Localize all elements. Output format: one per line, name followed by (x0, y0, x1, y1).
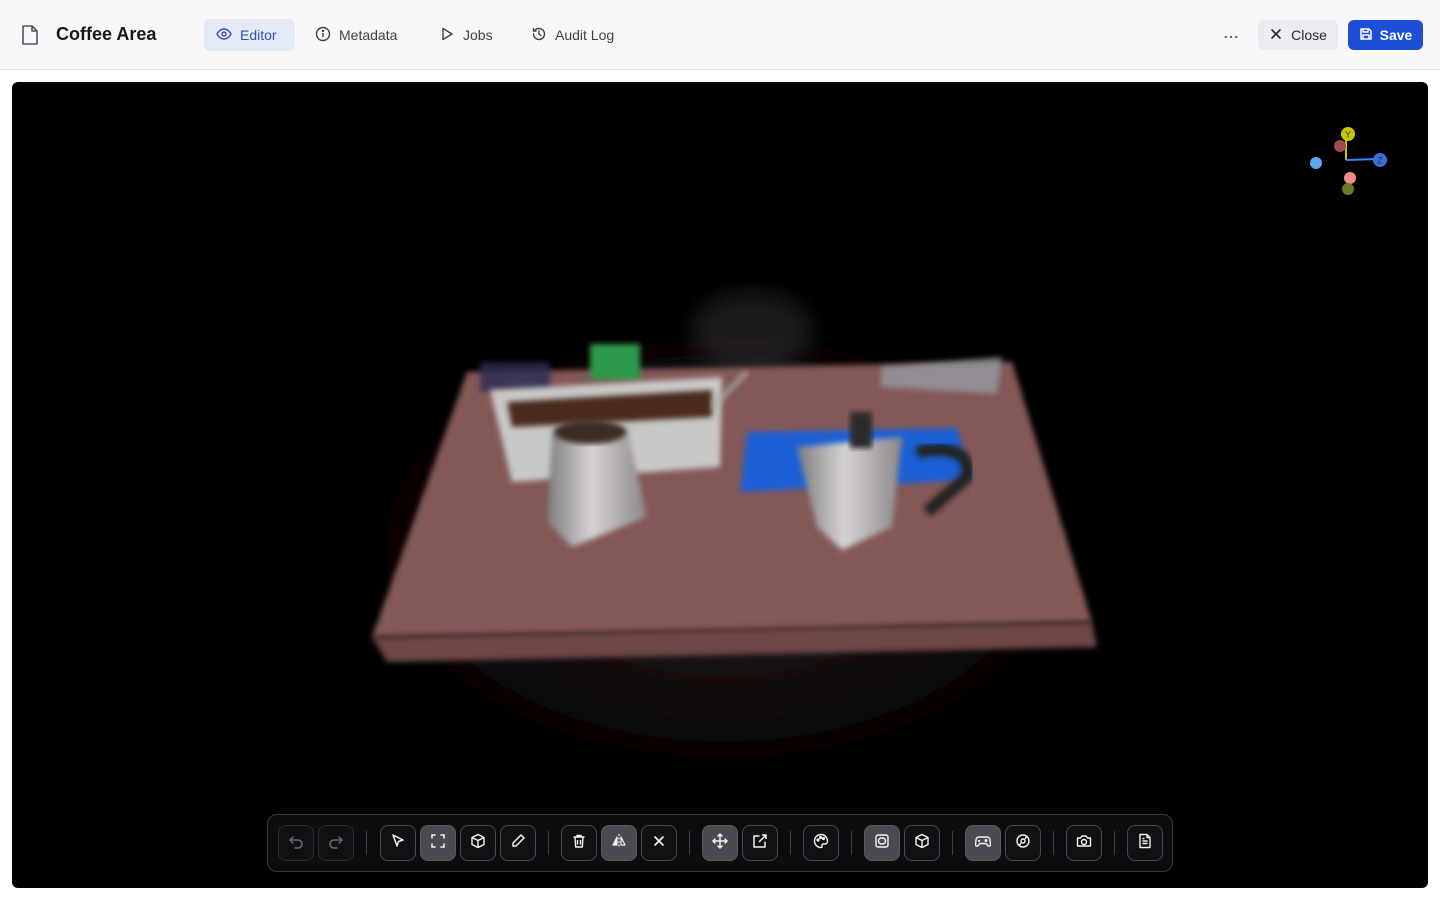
close-button[interactable]: Close (1258, 20, 1338, 50)
flip-button[interactable] (601, 825, 637, 861)
document-icon (20, 24, 40, 46)
document-button[interactable] (1127, 825, 1163, 861)
close-button-label: Close (1291, 27, 1327, 43)
select-arrow-icon (390, 833, 406, 854)
document-icon (1137, 833, 1153, 854)
tab-editor[interactable]: Editor (204, 19, 295, 51)
delete-icon (571, 833, 587, 854)
x-positive-handle[interactable] (1344, 172, 1356, 184)
screenshot-button[interactable] (1066, 825, 1102, 861)
editor-toolbar (267, 814, 1173, 872)
delete-button[interactable] (561, 825, 597, 861)
close-icon (651, 833, 667, 854)
toolbar-separator (689, 831, 690, 855)
box-select-button[interactable] (420, 825, 456, 861)
gamepad-icon (974, 833, 992, 854)
3d-viewport[interactable]: Y Z (12, 82, 1428, 888)
frame-view-button[interactable] (864, 825, 900, 861)
tab-metadata-label: Metadata (339, 27, 398, 43)
tab-jobs[interactable]: Jobs (427, 19, 505, 51)
cube-select-icon (470, 833, 486, 854)
tab-jobs-label: Jobs (463, 27, 493, 43)
brush-icon (510, 833, 526, 854)
redo-button[interactable] (318, 825, 354, 861)
move-button[interactable] (702, 825, 738, 861)
save-icon (1359, 27, 1373, 44)
palette-icon (813, 833, 829, 854)
ellipsis-icon (1224, 26, 1238, 44)
palette-button[interactable] (803, 825, 839, 861)
flip-icon (611, 833, 627, 854)
export-icon (752, 833, 768, 854)
y-axis-label: Y (1345, 130, 1351, 140)
save-button[interactable]: Save (1348, 20, 1423, 50)
tab-audit-log-label: Audit Log (555, 27, 615, 43)
cube-icon (914, 833, 930, 854)
orbit-icon (1015, 833, 1031, 854)
toolbar-separator (851, 831, 852, 855)
toolbar-separator (366, 831, 367, 855)
toolbar-separator (790, 831, 791, 855)
save-button-label: Save (1379, 27, 1413, 43)
toolbar-separator (952, 831, 953, 855)
axis-gizmo[interactable]: Y Z (1302, 122, 1392, 202)
cube-view-button[interactable] (904, 825, 940, 861)
page-title: Coffee Area (56, 24, 157, 44)
undo-icon (288, 833, 304, 854)
select-tool-button[interactable] (380, 825, 416, 861)
z-negative-handle[interactable] (1310, 157, 1322, 169)
z-axis-label: Z (1377, 156, 1383, 166)
redo-icon (328, 833, 344, 854)
scene-render (304, 262, 1144, 782)
close-icon (1269, 27, 1283, 44)
tab-audit-log[interactable]: Audit Log (519, 19, 626, 51)
box-select-icon (430, 833, 446, 854)
camera-icon (1076, 833, 1092, 854)
tab-editor-label: Editor (240, 27, 277, 43)
toolbar-separator (1053, 831, 1054, 855)
toolbar-separator (548, 831, 549, 855)
history-icon (531, 26, 547, 45)
info-icon (315, 26, 331, 45)
undo-button[interactable] (278, 825, 314, 861)
orbit-mode-button[interactable] (1005, 825, 1041, 861)
clear-selection-button[interactable] (641, 825, 677, 861)
brush-button[interactable] (500, 825, 536, 861)
frame-icon (874, 833, 890, 854)
export-button[interactable] (742, 825, 778, 861)
y-negative-handle[interactable] (1342, 183, 1354, 195)
cube-select-button[interactable] (460, 825, 496, 861)
more-options-button[interactable] (1216, 22, 1246, 48)
eye-icon (216, 26, 232, 45)
play-icon (439, 26, 455, 45)
gamepad-mode-button[interactable] (965, 825, 1001, 861)
toolbar-separator (1114, 831, 1115, 855)
top-bar: Coffee Area Editor Metadata Jobs Audit L… (0, 0, 1440, 70)
move-icon (712, 832, 728, 854)
x-negative-handle[interactable] (1334, 140, 1346, 152)
tab-metadata[interactable]: Metadata (303, 19, 409, 51)
